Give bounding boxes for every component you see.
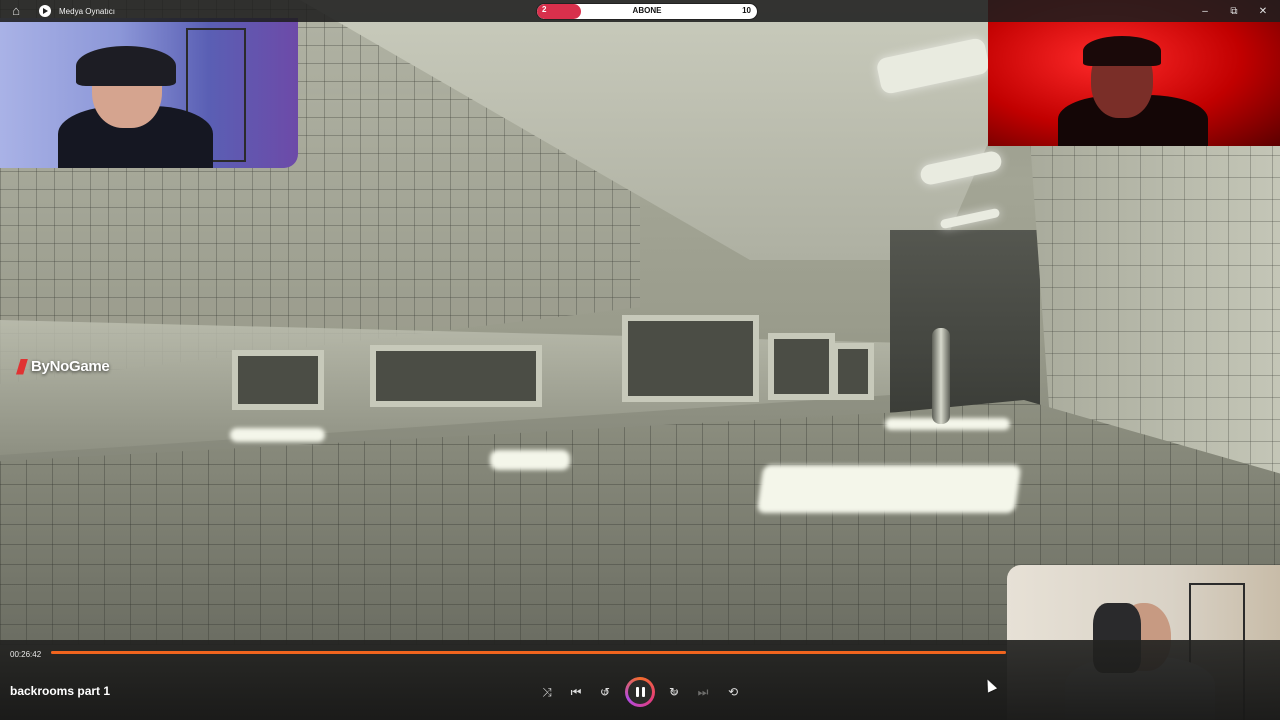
bynogame-logo-icon bbox=[16, 358, 28, 375]
corridor-opening bbox=[890, 230, 1040, 420]
rewind-button[interactable]: ↺ 10 bbox=[596, 683, 614, 701]
light-patch bbox=[490, 450, 570, 470]
light-patch bbox=[230, 428, 325, 442]
shuffle-button[interactable]: ⤨ bbox=[538, 683, 556, 701]
video-title: backrooms part 1 bbox=[10, 684, 111, 698]
forward-seconds: 30 bbox=[671, 690, 677, 696]
seek-bar[interactable] bbox=[51, 651, 1006, 654]
subscriber-goal-count: 10 bbox=[742, 6, 751, 15]
window-opening bbox=[232, 350, 324, 410]
pause-button[interactable] bbox=[625, 677, 655, 707]
channel-watermark: ByNoGame bbox=[16, 358, 110, 375]
previous-icon: ⏮ bbox=[570, 684, 582, 699]
window-opening bbox=[622, 315, 759, 402]
light-patch bbox=[756, 465, 1022, 513]
shuffle-icon: ⤨ bbox=[542, 684, 552, 699]
seek-progress bbox=[51, 651, 1006, 654]
pipe-fixture bbox=[932, 328, 950, 424]
window-opening bbox=[832, 343, 874, 400]
app-title: Medya Oynatıcı bbox=[59, 6, 116, 16]
subscriber-label: ABONE bbox=[632, 6, 662, 15]
pause-icon bbox=[628, 680, 652, 704]
next-icon: ⏭ bbox=[697, 684, 709, 699]
subscriber-goal-bar: 2 ABONE 10 bbox=[536, 3, 758, 20]
headset bbox=[76, 46, 176, 86]
repeat-button[interactable]: ⟲ bbox=[724, 683, 742, 701]
media-player-icon bbox=[39, 5, 51, 17]
current-time: 00:26:42 bbox=[10, 650, 42, 659]
webcam-overlay-left bbox=[0, 18, 298, 168]
rewind-seconds: 10 bbox=[603, 690, 609, 696]
repeat-off-icon: ⟲ bbox=[727, 685, 739, 699]
next-button[interactable]: ⏭ bbox=[694, 683, 712, 701]
close-button[interactable]: ✕ bbox=[1246, 0, 1280, 22]
window-opening bbox=[768, 333, 835, 400]
forward-button[interactable]: ↻ 30 bbox=[665, 683, 683, 701]
previous-button[interactable]: ⏮ bbox=[567, 683, 585, 701]
watermark-text: ByNoGame bbox=[31, 358, 110, 375]
headset bbox=[1083, 36, 1161, 66]
window-opening bbox=[370, 345, 542, 407]
home-icon[interactable]: ⌂ bbox=[9, 4, 23, 18]
